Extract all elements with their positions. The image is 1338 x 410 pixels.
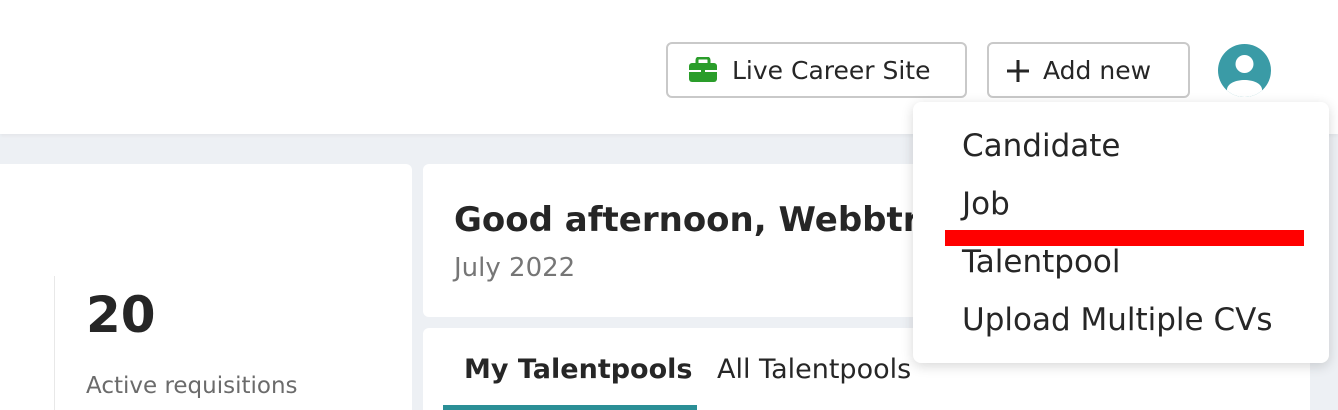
greeting-title: Good afternoon, Webbtre bbox=[454, 200, 943, 240]
active-requisitions-label: Active requisitions bbox=[86, 373, 298, 399]
menu-item-candidate[interactable]: Candidate bbox=[962, 128, 1120, 164]
add-new-button[interactable]: Add new bbox=[987, 42, 1190, 98]
greeting-date: July 2022 bbox=[454, 253, 576, 283]
briefcase-icon bbox=[688, 56, 718, 83]
menu-item-job[interactable]: Job bbox=[962, 186, 1010, 222]
active-requisitions-count: 20 bbox=[86, 286, 156, 344]
user-avatar-icon[interactable] bbox=[1218, 44, 1271, 97]
active-tab-indicator bbox=[443, 405, 697, 410]
stats-divider bbox=[54, 276, 55, 410]
tab-all-talentpools[interactable]: All Talentpools bbox=[717, 354, 911, 385]
live-career-site-label: Live Career Site bbox=[732, 55, 931, 85]
menu-item-upload-multiple-cvs[interactable]: Upload Multiple CVs bbox=[962, 302, 1272, 338]
add-new-label: Add new bbox=[1043, 55, 1152, 85]
plus-icon bbox=[1007, 59, 1029, 82]
highlight-underline bbox=[945, 230, 1304, 246]
tab-my-talentpools[interactable]: My Talentpools bbox=[464, 354, 692, 385]
menu-item-talentpool[interactable]: Talentpool bbox=[962, 244, 1121, 280]
live-career-site-button[interactable]: Live Career Site bbox=[666, 42, 967, 98]
